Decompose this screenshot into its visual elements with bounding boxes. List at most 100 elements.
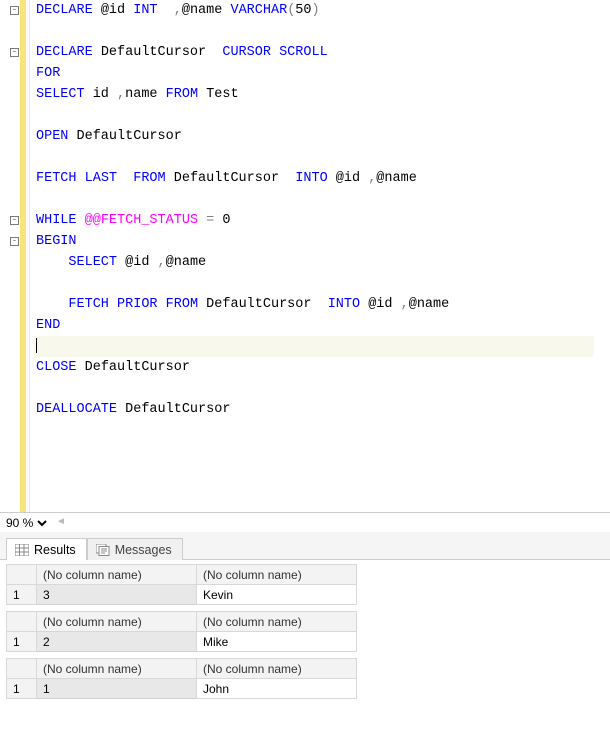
scroll-left-hint-icon: ◄	[56, 516, 66, 530]
code-line[interactable]: DEALLOCATE DefaultCursor	[36, 399, 594, 420]
code-token: 50	[295, 3, 311, 18]
code-line[interactable]	[36, 378, 594, 399]
column-header[interactable]: (No column name)	[37, 565, 197, 585]
code-token	[36, 297, 68, 312]
fold-toggle-icon[interactable]: -	[10, 237, 19, 246]
code-line[interactable]: DECLARE @id INT ,@name VARCHAR(50)	[36, 0, 594, 21]
code-token: @id	[117, 255, 158, 270]
column-header[interactable]: (No column name)	[197, 612, 357, 632]
code-line[interactable]: OPEN DefaultCursor	[36, 126, 594, 147]
code-token: id	[85, 87, 117, 102]
code-token: FETCH	[68, 297, 109, 312]
code-token: OPEN	[36, 129, 68, 144]
column-header[interactable]: (No column name)	[37, 612, 197, 632]
code-token: ,	[117, 87, 125, 102]
code-line[interactable]: DECLARE DefaultCursor CURSOR SCROLL	[36, 42, 594, 63]
result-grid[interactable]: (No column name)(No column name)13Kevin	[6, 564, 357, 605]
column-header[interactable]: (No column name)	[37, 659, 197, 679]
grid-cell[interactable]: John	[197, 679, 357, 699]
table-row[interactable]: 12Mike	[7, 632, 357, 652]
code-token: @name	[182, 3, 231, 18]
code-line[interactable]: FETCH LAST FROM DefaultCursor INTO @id ,…	[36, 168, 594, 189]
code-token: DECLARE	[36, 45, 93, 60]
code-token: BEGIN	[36, 234, 77, 249]
code-line[interactable]: SELECT id ,name FROM Test	[36, 84, 594, 105]
code-token: CURSOR	[222, 45, 271, 60]
grid-cell[interactable]: 2	[37, 632, 197, 652]
table-row[interactable]: 13Kevin	[7, 585, 357, 605]
code-token	[109, 297, 117, 312]
code-token	[271, 45, 279, 60]
code-token: INT	[133, 3, 157, 18]
grid-cell[interactable]: Mike	[197, 632, 357, 652]
results-tab-bar: Results Messages	[0, 532, 610, 560]
code-token: FROM	[133, 171, 165, 186]
column-header[interactable]: (No column name)	[197, 659, 357, 679]
grid-cell[interactable]: Kevin	[197, 585, 357, 605]
code-line[interactable]	[36, 189, 594, 210]
row-number-cell[interactable]: 1	[7, 585, 37, 605]
zoom-select[interactable]: 90 %	[2, 515, 50, 531]
grid-corner	[7, 612, 37, 632]
sql-editor[interactable]: - - - - DECLARE @id INT ,@name VARCHAR(50) …	[0, 0, 610, 512]
column-header[interactable]: (No column name)	[197, 565, 357, 585]
code-token: DefaultCursor	[198, 297, 328, 312]
code-line[interactable]: CLOSE DefaultCursor	[36, 357, 594, 378]
code-token: @id	[93, 3, 134, 18]
table-header-row: (No column name)(No column name)	[7, 659, 357, 679]
result-grid[interactable]: (No column name)(No column name)11John	[6, 658, 357, 699]
fold-toggle-icon[interactable]: -	[10, 48, 19, 57]
code-line[interactable]	[36, 105, 594, 126]
code-area[interactable]: DECLARE @id INT ,@name VARCHAR(50) DECLA…	[30, 0, 594, 512]
code-token: CLOSE	[36, 360, 77, 375]
code-token	[117, 171, 133, 186]
code-token: )	[312, 3, 320, 18]
grid-cell[interactable]: 3	[37, 585, 197, 605]
table-row[interactable]: 11John	[7, 679, 357, 699]
code-line[interactable]: FETCH PRIOR FROM DefaultCursor INTO @id …	[36, 294, 594, 315]
code-line[interactable]: WHILE @@FETCH_STATUS = 0	[36, 210, 594, 231]
fold-toggle-icon[interactable]: -	[10, 216, 19, 225]
code-token: FETCH	[36, 171, 77, 186]
messages-icon	[96, 544, 110, 556]
code-token: FOR	[36, 66, 60, 81]
code-line[interactable]: FOR	[36, 63, 594, 84]
code-line[interactable]: END	[36, 315, 594, 336]
tab-results-label: Results	[34, 543, 76, 557]
grid-icon	[15, 544, 29, 556]
code-token	[158, 297, 166, 312]
grid-cell[interactable]: 1	[37, 679, 197, 699]
tab-messages-label: Messages	[115, 543, 172, 557]
code-line[interactable]	[36, 273, 594, 294]
code-line[interactable]	[34, 336, 594, 357]
table-header-row: (No column name)(No column name)	[7, 612, 357, 632]
tab-results[interactable]: Results	[6, 538, 87, 560]
result-grid[interactable]: (No column name)(No column name)12Mike	[6, 611, 357, 652]
code-token: INTO	[328, 297, 360, 312]
fold-toggle-icon[interactable]: -	[10, 6, 19, 15]
tab-messages[interactable]: Messages	[87, 538, 183, 560]
code-token: ,	[158, 255, 166, 270]
code-token	[158, 3, 174, 18]
row-number-cell[interactable]: 1	[7, 679, 37, 699]
code-line[interactable]: SELECT @id ,@name	[36, 252, 594, 273]
code-token: FROM	[166, 87, 198, 102]
code-token: @id	[328, 171, 369, 186]
code-token: SELECT	[68, 255, 117, 270]
code-token: INTO	[295, 171, 327, 186]
code-token	[77, 171, 85, 186]
table-header-row: (No column name)(No column name)	[7, 565, 357, 585]
code-token: DEALLOCATE	[36, 402, 117, 417]
code-token: DefaultCursor	[77, 360, 190, 375]
code-token: @name	[166, 255, 207, 270]
code-line[interactable]: BEGIN	[36, 231, 594, 252]
code-token	[198, 213, 206, 228]
code-line[interactable]	[36, 147, 594, 168]
code-line[interactable]	[36, 21, 594, 42]
row-number-cell[interactable]: 1	[7, 632, 37, 652]
code-token: WHILE	[36, 213, 77, 228]
code-token: DefaultCursor	[166, 171, 296, 186]
code-token: SELECT	[36, 87, 85, 102]
code-token: DECLARE	[36, 3, 93, 18]
code-token: PRIOR	[117, 297, 158, 312]
